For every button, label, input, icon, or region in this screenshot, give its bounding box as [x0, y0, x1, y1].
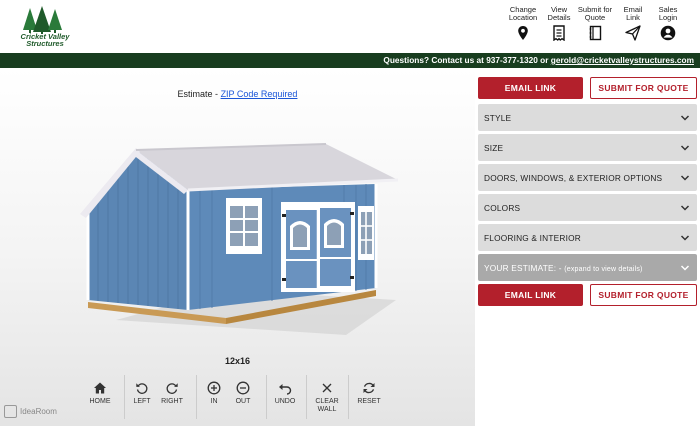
shed-3d-model[interactable] — [76, 140, 406, 340]
accordion-label: COLORS — [484, 203, 521, 213]
home-icon — [94, 382, 106, 394]
tool-label: CLEAR WALL — [315, 398, 339, 413]
toolbar-divider — [124, 375, 125, 419]
nav-label: Submit for Quote — [577, 5, 613, 22]
receipt-icon — [553, 25, 565, 41]
tool-label: OUT — [235, 398, 251, 405]
accordion-style[interactable]: STYLE — [478, 104, 697, 131]
notebook-icon — [589, 25, 602, 41]
chevron-down-icon — [680, 145, 690, 151]
zoom-in-button[interactable]: IN — [204, 381, 224, 406]
zoom-out-icon — [236, 381, 250, 395]
chevron-down-icon — [680, 205, 690, 211]
powered-by-badge[interactable]: IdeaRoom — [4, 405, 57, 418]
estimate-label: Estimate - — [177, 89, 221, 99]
tool-label: UNDO — [274, 398, 296, 405]
powered-by-label: IdeaRoom — [20, 407, 57, 416]
nav-label: Email Link — [623, 5, 643, 22]
user-circle-icon — [660, 25, 676, 41]
estimate-line: Estimate - ZIP Code Required — [0, 89, 475, 99]
location-pin-icon — [518, 26, 528, 40]
nav-sales-login[interactable]: Sales Login — [654, 6, 682, 41]
brand-name: Cricket Valley Structures — [20, 32, 70, 48]
contact-bar: Questions? Contact us at 937-377-1320 or… — [0, 53, 700, 68]
zoom-in-icon — [207, 381, 221, 395]
nav-label: Change Location — [508, 5, 538, 22]
accordion-size[interactable]: SIZE — [478, 134, 697, 161]
header: Cricket Valley Structures Change Locatio… — [0, 0, 700, 53]
submit-quote-button-bottom[interactable]: SUBMIT FOR QUOTE — [590, 284, 697, 306]
home-button[interactable]: HOME — [88, 381, 112, 406]
nav-label: View Details — [547, 5, 571, 22]
rotate-right-icon — [166, 383, 178, 394]
close-icon — [322, 383, 332, 393]
undo-button[interactable]: UNDO — [273, 381, 297, 406]
idearoom-logo-icon — [4, 405, 17, 418]
model-size-label: 12x16 — [224, 356, 251, 366]
submit-quote-button-top[interactable]: SUBMIT FOR QUOTE — [590, 77, 697, 99]
nav-email-link[interactable]: Email Link — [620, 6, 646, 41]
tool-label: HOME — [89, 398, 111, 405]
accordion-doors-windows[interactable]: DOORS, WINDOWS, & EXTERIOR OPTIONS — [478, 164, 697, 191]
reset-icon — [363, 382, 375, 394]
your-estimate-label: YOUR ESTIMATE: - — [484, 263, 565, 273]
rotate-left-button[interactable]: LEFT — [131, 381, 153, 406]
accordion-label: DOORS, WINDOWS, & EXTERIOR OPTIONS — [484, 173, 663, 183]
zoom-out-button[interactable]: OUT — [233, 381, 253, 406]
toolbar-divider — [266, 375, 267, 419]
paper-plane-icon — [625, 25, 641, 41]
toolbar-divider — [306, 375, 307, 419]
brand-logo[interactable]: Cricket Valley Structures — [14, 6, 76, 48]
contact-email-link[interactable]: gerold@cricketvalleystructures.com — [551, 55, 694, 65]
accordion-label: FLOORING & INTERIOR — [484, 233, 581, 243]
nav-view-details[interactable]: View Details — [544, 6, 574, 41]
your-estimate-hint: (expand to view details) — [564, 266, 643, 273]
chevron-down-icon — [680, 235, 690, 241]
pine-trees-icon — [23, 6, 62, 34]
rotate-left-icon — [136, 383, 148, 394]
chevron-down-icon — [680, 175, 690, 181]
email-link-button-bottom[interactable]: EMAIL LINK — [478, 284, 583, 306]
accordion-colors[interactable]: COLORS — [478, 194, 697, 221]
tool-label: LEFT — [133, 398, 151, 405]
rotate-right-button[interactable]: RIGHT — [159, 381, 185, 406]
estimate-accordion-label: YOUR ESTIMATE: - (expand to view details… — [484, 263, 643, 273]
accordion-your-estimate[interactable]: YOUR ESTIMATE: - (expand to view details… — [478, 254, 697, 281]
reset-button[interactable]: RESET — [356, 381, 382, 406]
accordion-flooring-interior[interactable]: FLOORING & INTERIOR — [478, 224, 697, 251]
nav-submit-quote[interactable]: Submit for Quote — [577, 6, 613, 41]
tool-label: RESET — [357, 398, 381, 405]
chevron-down-icon — [680, 115, 690, 121]
nav-label: Sales Login — [658, 5, 678, 22]
accordion-label: STYLE — [484, 113, 512, 123]
contact-phone-text: Questions? Contact us at 937-377-1320 or — [383, 55, 551, 65]
tool-label: RIGHT — [161, 398, 183, 405]
contact-text: Questions? Contact us at 937-377-1320 or… — [383, 55, 694, 65]
tool-label: IN — [210, 398, 218, 405]
undo-icon — [279, 384, 292, 395]
toolbar-divider — [348, 375, 349, 419]
clear-wall-button[interactable]: CLEAR WALL — [312, 381, 342, 414]
nav-change-location[interactable]: Change Location — [506, 6, 540, 41]
email-link-button-top[interactable]: EMAIL LINK — [478, 77, 583, 99]
toolbar-divider — [196, 375, 197, 419]
zip-code-link[interactable]: ZIP Code Required — [221, 89, 298, 99]
accordion-label: SIZE — [484, 143, 504, 153]
chevron-down-icon — [680, 265, 690, 271]
